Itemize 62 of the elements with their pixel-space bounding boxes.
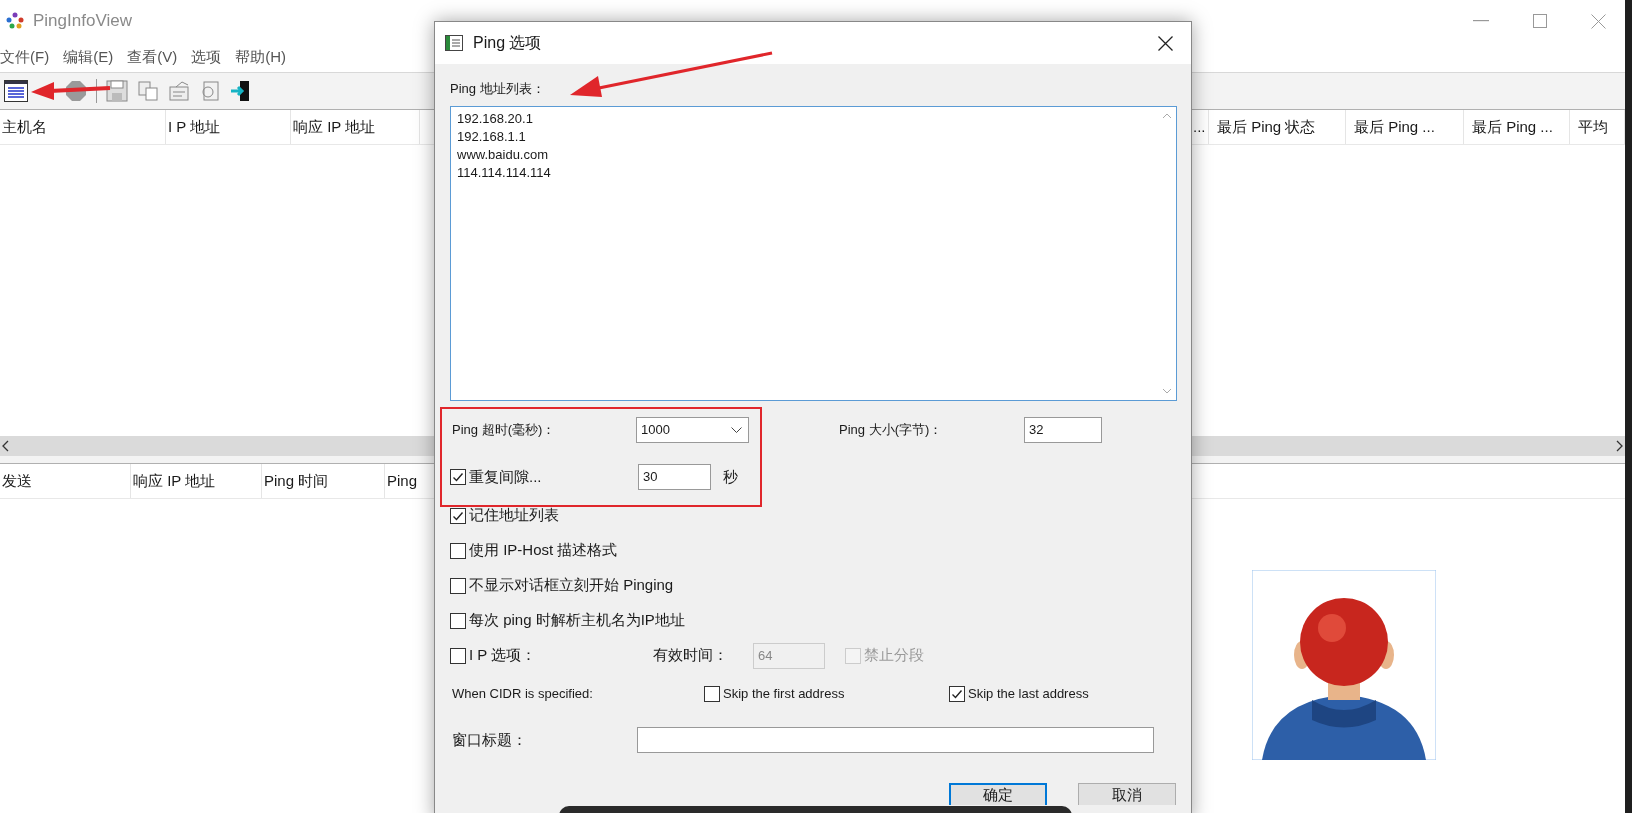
address-line: 192.168.1.1 — [457, 128, 527, 146]
checkbox-label: 重复间隙... — [469, 466, 542, 487]
checkbox-label: Skip the last address — [968, 685, 1089, 704]
window-title-field[interactable] — [637, 727, 1154, 753]
checkbox[interactable] — [450, 612, 466, 629]
exit-door-icon[interactable] — [230, 80, 252, 102]
column-header[interactable]: 响应 IP 地址 — [291, 110, 420, 144]
menu-item[interactable]: 帮助(H) — [235, 45, 286, 69]
save-icon[interactable] — [106, 80, 128, 102]
menu-item[interactable]: 文件(F) — [0, 45, 50, 69]
dialog-button[interactable]: 取消 — [1078, 783, 1176, 805]
field-label: Ping 大小(字节)： — [839, 421, 944, 440]
dialog-icon — [445, 35, 463, 51]
dialog-button[interactable]: 确定 — [949, 783, 1047, 805]
chevron-down-icon — [731, 426, 742, 434]
window-title: PingInfoView — [33, 10, 132, 33]
checkbox-label: 使用 IP-Host 描述格式 — [469, 540, 618, 561]
address-line: 192.168.20.1 — [457, 110, 534, 128]
field-label: When CIDR is specified: — [451, 685, 594, 704]
menu-item[interactable]: 选项 — [191, 45, 222, 69]
field-label: 窗口标题： — [451, 729, 528, 750]
checkbox-label: 每次 ping 时解析主机名为IP地址 — [469, 610, 685, 631]
column-header[interactable]: Ping 时间 — [262, 464, 385, 498]
checkbox[interactable] — [704, 686, 720, 702]
checkbox[interactable] — [450, 507, 466, 524]
column-header[interactable]: 主机名 — [0, 110, 166, 144]
column-header[interactable]: 最后 Ping ... — [1464, 110, 1570, 144]
checkbox[interactable] — [949, 686, 965, 702]
checkbox[interactable] — [450, 577, 466, 594]
dialog-title: Ping 选项 — [473, 33, 542, 53]
checkbox-label: 禁止分段 — [864, 645, 924, 666]
checkbox-label: 不显示对话框立刻开始 Pinging — [469, 575, 674, 596]
close-icon[interactable] — [1158, 35, 1173, 51]
checkbox-label: I P 选项： — [469, 645, 537, 666]
menu-item[interactable]: 查看(V) — [127, 45, 178, 69]
column-header[interactable]: 响应 IP 地址 — [131, 464, 262, 498]
field-label: Ping 超时(毫秒)： — [451, 421, 557, 440]
checkbox[interactable] — [450, 469, 466, 485]
menu-item[interactable]: 编辑(E) — [63, 45, 114, 69]
column-header[interactable]: 平均 — [1570, 110, 1625, 144]
address-line: 114.114.114.114 — [457, 164, 552, 182]
unit-label: 秒 — [723, 466, 738, 487]
column-header[interactable]: 最后 Ping 状态 — [1209, 110, 1346, 144]
address-line: www.baidu.com — [457, 146, 550, 164]
stop-icon[interactable] — [65, 80, 87, 102]
scroll-left-icon[interactable] — [1, 440, 11, 452]
field-label: 有效时间： — [653, 645, 729, 666]
column-header[interactable]: 最后 Ping ... — [1346, 110, 1464, 144]
list-icon[interactable] — [4, 80, 28, 102]
column-header[interactable]: I P 地址 — [166, 110, 291, 144]
timeout-dropdown[interactable]: 1000 — [636, 417, 749, 443]
checkbox[interactable] — [450, 647, 466, 664]
repeat-interval-field[interactable]: 30 — [638, 464, 711, 490]
checkbox[interactable] — [450, 542, 466, 559]
scroll-right-icon[interactable] — [1614, 440, 1624, 452]
app-icon — [5, 11, 25, 31]
maximize-icon[interactable] — [1533, 14, 1547, 28]
packet-size-field[interactable]: 32 — [1024, 417, 1102, 443]
field-label: Ping 地址列表： — [450, 80, 546, 98]
checkbox-label: 记住地址列表 — [469, 505, 559, 526]
column-header[interactable]: 发送 — [0, 464, 131, 498]
checkbox-label: Skip the first address — [723, 685, 845, 704]
